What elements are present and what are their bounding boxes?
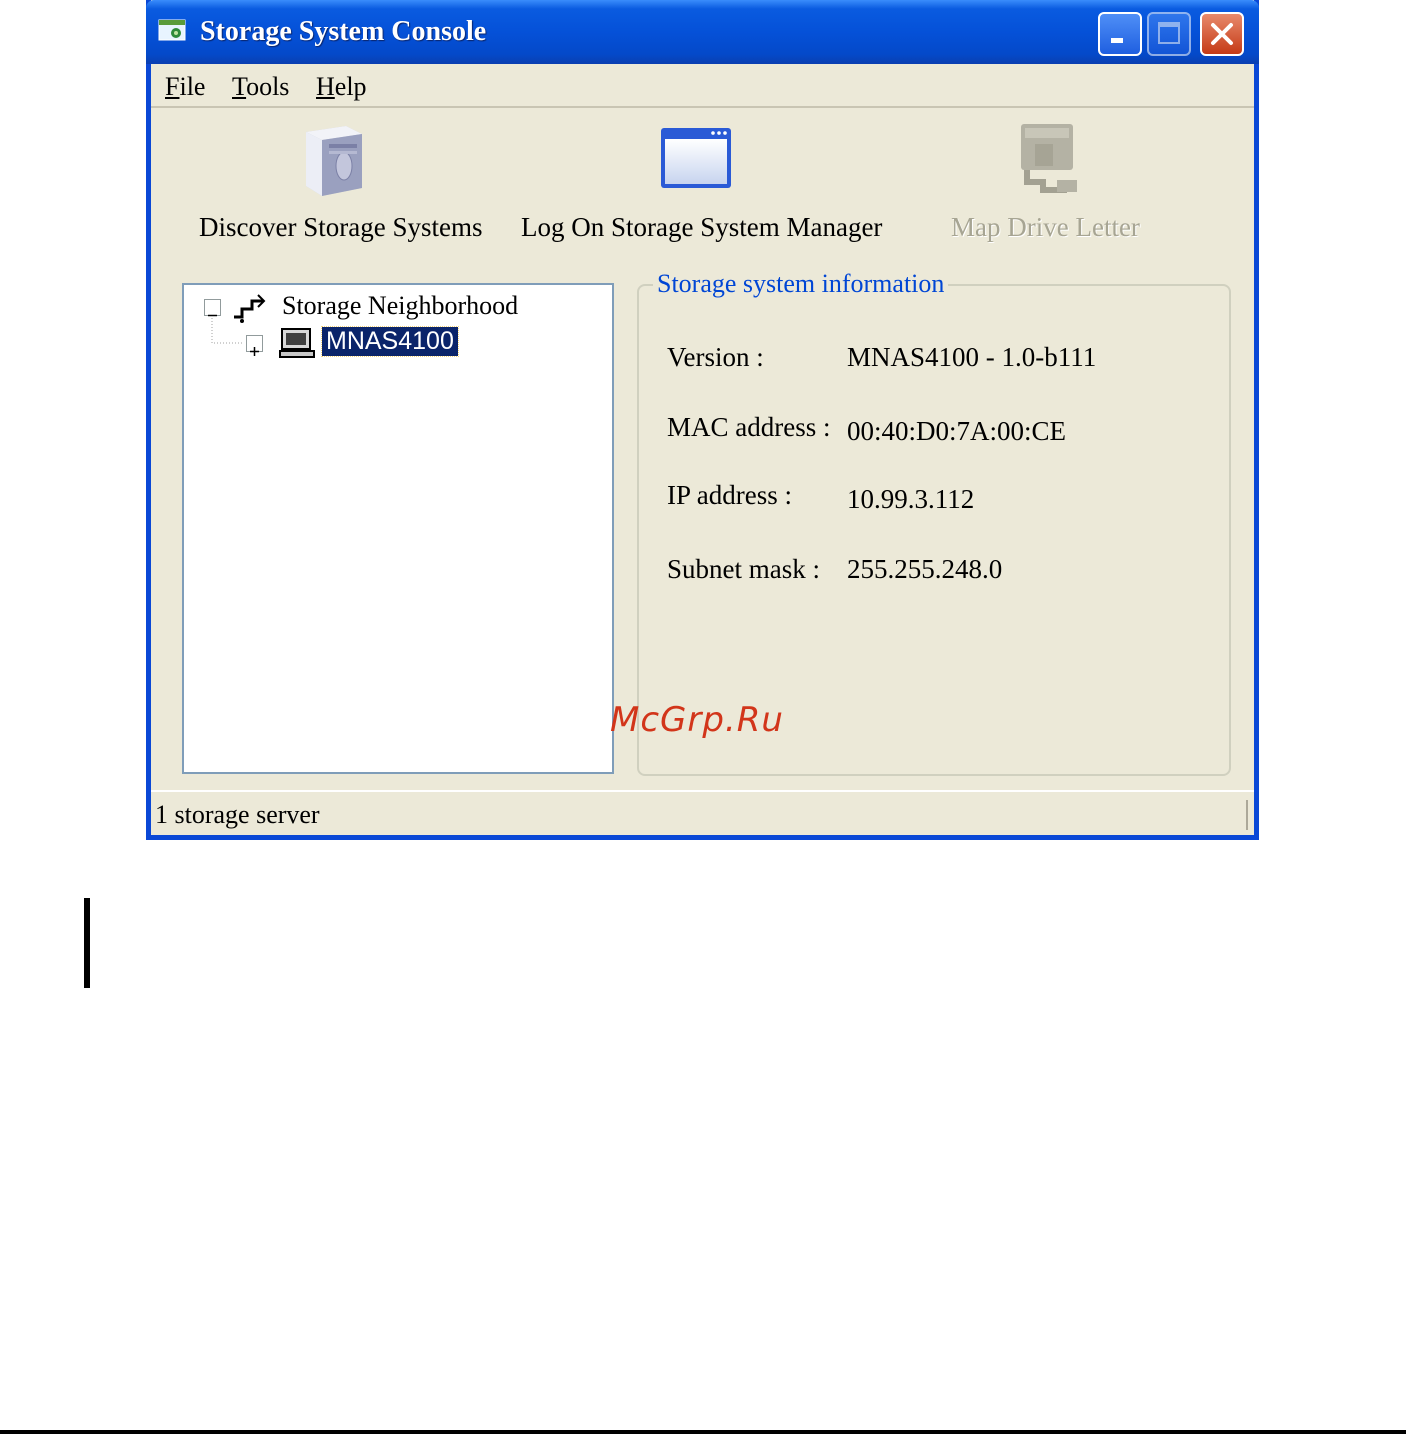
app-icon [158, 18, 188, 42]
status-bar: 1 storage server [151, 790, 1254, 835]
menu-bar: File Tools Help [151, 64, 1254, 108]
map-drive-letter-button[interactable]: Map Drive Letter [951, 118, 1191, 248]
menu-tools-accel: T [232, 72, 247, 101]
computer-icon [278, 327, 316, 366]
window-icon [659, 126, 733, 195]
collapse-icon[interactable] [204, 299, 221, 317]
minimize-button[interactable] [1098, 12, 1142, 56]
change-bar [84, 898, 90, 988]
title-bar[interactable]: Storage System Console [146, 0, 1259, 64]
version-label: Version : [667, 342, 764, 372]
expand-icon[interactable] [246, 335, 263, 356]
ip-address-label: IP address : [667, 480, 792, 510]
close-button[interactable] [1200, 12, 1244, 56]
storage-tree-view[interactable]: Storage Neighborhood MNAS4100 [182, 283, 614, 774]
watermark: McGrp.Ru [610, 700, 784, 740]
network-drive-icon [1013, 120, 1083, 201]
storage-server-icon [296, 122, 372, 203]
subnet-mask-label: Subnet mask : [667, 554, 820, 584]
menu-file[interactable]: File [165, 72, 205, 102]
logon-manager-button[interactable]: Log On Storage System Manager [516, 118, 886, 248]
group-title: Storage system information [653, 269, 949, 299]
tree-node-selected-label: MNAS4100 [321, 326, 459, 357]
mac-address-label: MAC address : [667, 412, 831, 442]
version-value: MNAS4100 - 1.0-b111 [847, 342, 1097, 372]
menu-tools[interactable]: Tools [232, 72, 289, 102]
menu-file-accel: F [165, 72, 180, 101]
mac-address-value: 00:40:D0:7A:00:CE [847, 416, 1067, 446]
status-bar-grip [1246, 800, 1248, 830]
ip-address-value: 10.99.3.112 [847, 484, 975, 514]
window-title: Storage System Console [200, 16, 487, 47]
menu-help-accel: H [316, 72, 335, 101]
page-bottom-rule [0, 1430, 1406, 1434]
discover-storage-button[interactable]: Discover Storage Systems [191, 118, 491, 248]
menu-tools-label: ools [246, 72, 290, 101]
maximize-icon [1158, 22, 1180, 44]
menu-file-label: ile [179, 72, 206, 101]
close-icon [1211, 23, 1233, 45]
minimize-icon [1111, 38, 1123, 43]
map-drive-letter-label: Map Drive Letter [951, 212, 1140, 242]
subnet-mask-value: 255.255.248.0 [847, 554, 1003, 584]
discover-storage-label: Discover Storage Systems [199, 212, 483, 242]
menu-help-label: elp [334, 72, 367, 101]
tree-node-label: Storage Neighborhood [282, 291, 519, 320]
menu-help[interactable]: Help [316, 72, 367, 102]
network-icon [232, 291, 272, 332]
logon-manager-label: Log On Storage System Manager [521, 212, 883, 242]
status-text: 1 storage server [155, 800, 320, 829]
maximize-button[interactable] [1147, 12, 1191, 56]
